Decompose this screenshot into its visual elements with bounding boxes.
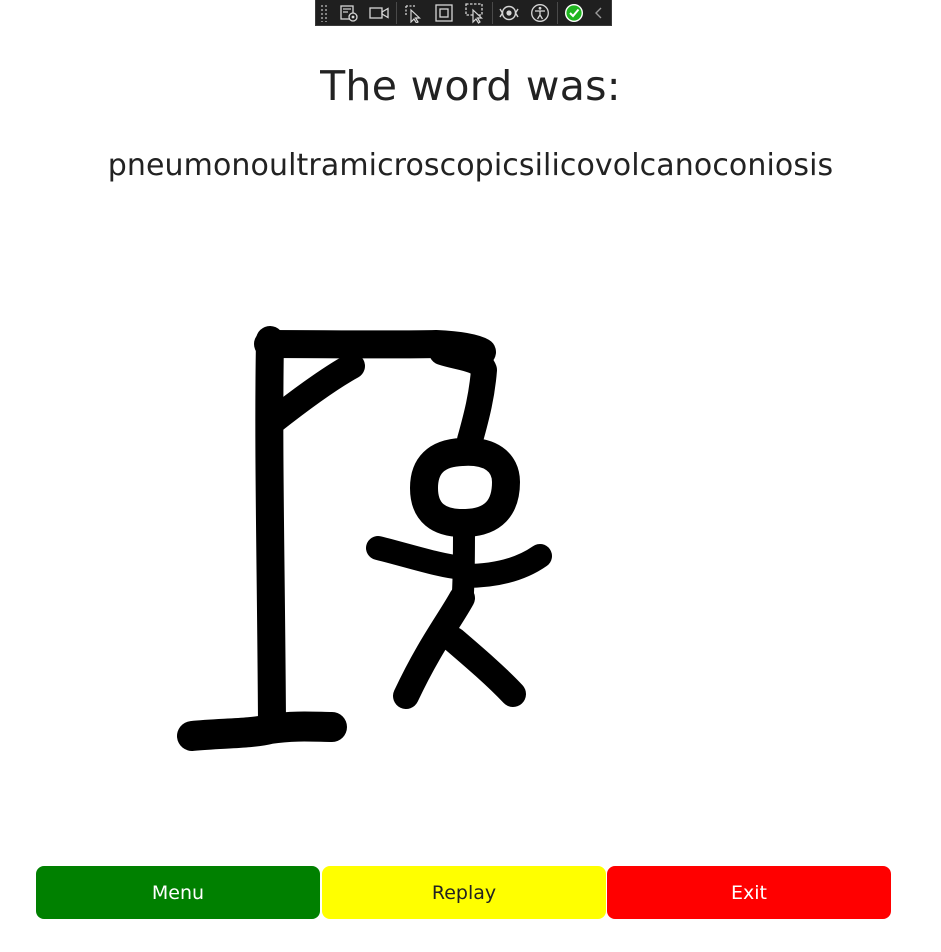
accessibility-icon[interactable] [527, 2, 553, 24]
gallows-rope [429, 339, 497, 453]
toolbar-separator [491, 1, 493, 24]
game-over-screen: The word was: pneumonoultramicroscopicsi… [0, 0, 941, 952]
hangman-left-leg [393, 585, 475, 709]
debug-toolbar [315, 0, 612, 26]
video-icon[interactable] [366, 2, 392, 24]
check-circle-icon[interactable] [562, 2, 588, 24]
toolbar-grip[interactable] [320, 3, 328, 22]
collapse-chevron-icon[interactable] [592, 2, 606, 24]
hangman-torso [452, 517, 475, 603]
exit-button[interactable]: Exit [607, 866, 891, 919]
replay-button[interactable]: Replay [322, 866, 606, 919]
hangman-right-arm [453, 544, 552, 588]
revealed-word: pneumonoultramicroscopicsilicovolcanocon… [107, 148, 834, 183]
hot-reload-icon[interactable] [497, 2, 523, 24]
display-layout-adorners-icon[interactable] [431, 2, 457, 24]
gallows-brace [259, 353, 365, 435]
hangman-head [410, 437, 520, 538]
gallows-beam [254, 330, 496, 366]
live-visual-tree-icon[interactable] [336, 2, 362, 24]
hangman-left-arm [366, 536, 475, 580]
result-title: The word was: [320, 62, 621, 110]
toolbar-separator [556, 1, 558, 24]
select-element-icon[interactable] [401, 2, 427, 24]
menu-button[interactable]: Menu [36, 866, 320, 919]
toolbar-separator [395, 1, 397, 24]
gallows-base [177, 711, 347, 751]
hangman-right-leg [441, 627, 526, 707]
gallows-pole [255, 326, 286, 736]
track-focused-element-icon[interactable] [462, 2, 488, 24]
hangman-drawing [177, 326, 552, 751]
